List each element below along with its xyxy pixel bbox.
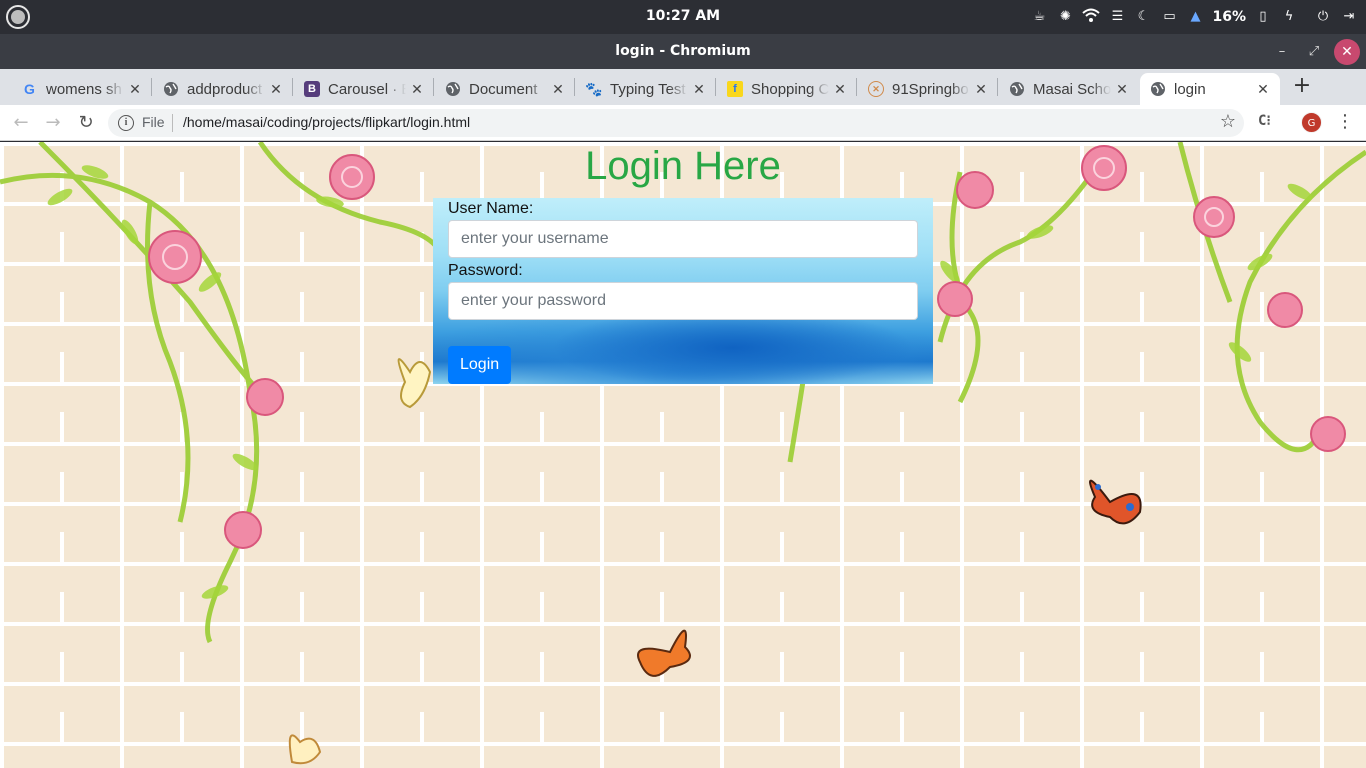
window-controls: – ⤢ ✕ (1270, 39, 1360, 65)
username-label: User Name: (448, 200, 534, 217)
system-top-bar: 10:27 AM ☕ ✺ ☰ ☾ ▭ ▲ 16% ▯ ϟ ⏻ ⇥ (0, 0, 1366, 34)
tab-separator (574, 78, 575, 96)
tab-label: Masai Scho (1033, 80, 1111, 98)
close-window-button[interactable]: ✕ (1334, 39, 1360, 65)
bookmark-star-icon[interactable]: ☆ (1220, 111, 1236, 132)
minimize-button[interactable]: – (1270, 40, 1294, 64)
no-charge-icon[interactable]: ϟ (1280, 8, 1298, 26)
butterfly-icon (1089, 479, 1142, 525)
tab-shopping[interactable]: f Shopping C ✕ (717, 73, 857, 105)
coffee-icon[interactable]: ☕ (1030, 8, 1048, 26)
close-tab-icon[interactable]: ✕ (1115, 81, 1129, 98)
system-tray: ☕ ✺ ☰ ☾ ▭ ▲ 16% ▯ ϟ ⏻ ⇥ (1030, 0, 1358, 34)
back-arrow-icon[interactable]: ← (10, 112, 32, 134)
profile-avatar[interactable]: G (1301, 112, 1322, 133)
close-tab-icon[interactable]: ✕ (974, 81, 988, 98)
tab-separator (997, 78, 998, 96)
flipkart-icon: f (727, 81, 743, 97)
info-icon[interactable]: i (118, 115, 134, 131)
globe-icon (1150, 81, 1166, 97)
tab-label: womens sh (46, 80, 122, 98)
address-divider (172, 114, 173, 132)
google-icon: G (22, 81, 38, 97)
tab-label: Carousel · B (328, 80, 406, 98)
tab-separator (151, 78, 152, 96)
globe-icon (163, 81, 179, 97)
tab-strip: G womens sh ✕ addproduct ✕ B Carousel · … (0, 69, 1366, 105)
tab-login[interactable]: login ✕ (1140, 73, 1280, 105)
tab-label: Shopping C (751, 80, 829, 98)
window-title: login - Chromium (615, 43, 751, 59)
menu-lines-icon[interactable]: ☰ (1108, 8, 1126, 26)
weather-icon[interactable]: ✺ (1056, 8, 1074, 26)
tab-addproduct[interactable]: addproduct ✕ (153, 73, 293, 105)
globe-icon (445, 81, 461, 97)
scheme-label: File (142, 114, 165, 130)
tab-separator (715, 78, 716, 96)
browser-toolbar: ← → ↻ i File /home/masai/coding/projects… (0, 105, 1366, 141)
tab-masai-school[interactable]: Masai Scho ✕ (999, 73, 1139, 105)
tab-separator (856, 78, 857, 96)
notification-bell-icon[interactable]: ▲ (1186, 8, 1204, 26)
forward-arrow-icon[interactable]: → (42, 112, 64, 134)
tab-separator (292, 78, 293, 96)
battery-icon[interactable]: ▯ (1254, 8, 1272, 26)
username-input[interactable] (448, 220, 918, 258)
bootstrap-icon: B (304, 81, 320, 97)
springboard-icon: ✕ (868, 81, 884, 97)
svg-text:G: G (24, 81, 35, 97)
close-tab-icon[interactable]: ✕ (1256, 81, 1270, 98)
browser-menu-icon[interactable]: ⋮ (1336, 111, 1354, 132)
address-bar[interactable]: i File /home/masai/coding/projects/flipk… (108, 109, 1244, 137)
extension-icon[interactable]: C⁝ (1258, 113, 1271, 129)
tab-label: 91Springbo (892, 80, 969, 98)
maximize-button[interactable]: ⤢ (1302, 40, 1326, 64)
tab-typing-test[interactable]: 🐾 Typing Test ✕ (576, 73, 716, 105)
close-tab-icon[interactable]: ✕ (551, 81, 565, 98)
login-button[interactable]: Login (448, 346, 512, 384)
tab-separator (433, 78, 434, 96)
page-viewport: Login Here User Name: Password: Login (0, 142, 1366, 768)
new-tab-button[interactable]: + (1291, 74, 1313, 98)
globe-icon (1009, 81, 1025, 97)
tab-label: Document (469, 80, 538, 98)
wifi-icon[interactable] (1082, 8, 1101, 26)
battery-percent: 16% (1212, 9, 1246, 25)
page-title: Login Here (585, 144, 781, 188)
close-tab-icon[interactable]: ✕ (692, 81, 706, 98)
tab-document[interactable]: Document ✕ (435, 73, 575, 105)
tab-91springboard[interactable]: ✕ 91Springbo ✕ (858, 73, 998, 105)
password-label: Password: (448, 262, 523, 279)
paw-icon: 🐾 (585, 80, 603, 97)
url-text[interactable]: /home/masai/coding/projects/flipkart/log… (183, 114, 470, 130)
tab-label: Typing Test (610, 80, 686, 98)
close-tab-icon[interactable]: ✕ (410, 81, 424, 98)
window-title-bar: login - Chromium – ⤢ ✕ (0, 34, 1366, 69)
night-mode-icon[interactable]: ☾ (1134, 8, 1152, 26)
tab-label: addproduct (187, 80, 263, 98)
reload-icon[interactable]: ↻ (75, 112, 97, 134)
folder-icon[interactable]: ▭ (1160, 8, 1178, 26)
tab-womens-sh[interactable]: G womens sh ✕ (12, 73, 152, 105)
password-input[interactable] (448, 282, 918, 320)
tab-carousel[interactable]: B Carousel · B ✕ (294, 73, 434, 105)
close-tab-icon[interactable]: ✕ (833, 81, 847, 98)
power-icon[interactable]: ⏻ (1314, 8, 1332, 26)
close-tab-icon[interactable]: ✕ (128, 81, 142, 98)
close-tab-icon[interactable]: ✕ (269, 81, 283, 98)
login-form: User Name: Password: Login (433, 198, 933, 384)
logout-icon[interactable]: ⇥ (1340, 8, 1358, 26)
tab-label: login (1174, 80, 1206, 98)
